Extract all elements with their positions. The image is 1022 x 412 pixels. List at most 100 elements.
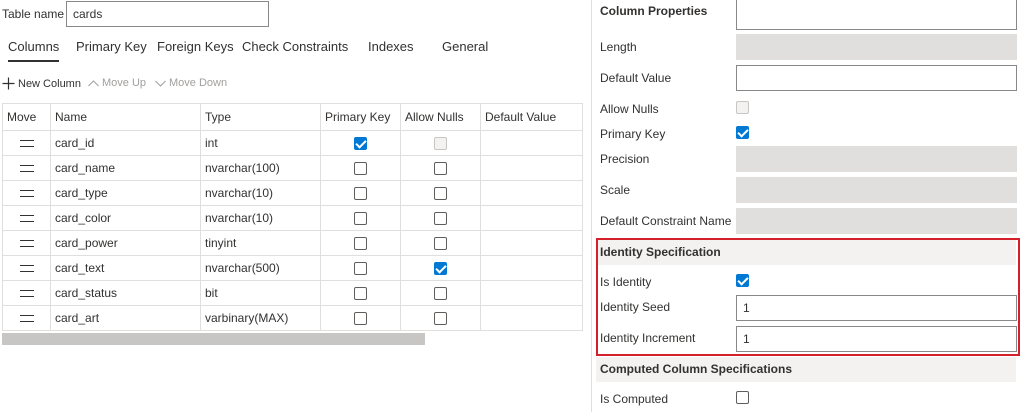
allow-nulls-checkbox[interactable] (434, 312, 447, 326)
allow-nulls-checkbox[interactable] (434, 187, 447, 201)
default-value-cell[interactable] (480, 280, 583, 306)
table-row[interactable]: card_id int (2, 130, 583, 156)
primary-key-checkbox[interactable] (354, 287, 367, 301)
identity-increment-field[interactable] (736, 326, 1017, 352)
drag-handle-icon[interactable] (19, 165, 34, 173)
table-row[interactable]: card_art varbinary(MAX) (2, 305, 583, 331)
tab-primary-key[interactable]: Primary Key (76, 39, 147, 54)
move-down-button[interactable]: Move Down (155, 77, 227, 89)
is-identity-checkbox[interactable] (736, 274, 749, 287)
column-type-cell[interactable]: bit (200, 280, 321, 306)
column-name-cell[interactable]: card_id (50, 130, 201, 156)
is-computed-checkbox[interactable] (736, 391, 749, 404)
primary-key-checkbox[interactable] (354, 187, 367, 201)
tab-general[interactable]: General (442, 39, 488, 54)
header-default-value: Default Value (480, 103, 583, 131)
allow-nulls-cell (400, 255, 481, 281)
drag-handle-icon[interactable] (19, 290, 34, 298)
column-type-cell[interactable]: nvarchar(500) (200, 255, 321, 281)
default-value-cell[interactable] (480, 255, 583, 281)
move-cell[interactable] (2, 180, 51, 206)
primary-key-cell (320, 130, 401, 156)
move-cell[interactable] (2, 255, 51, 281)
column-name-cell[interactable]: card_type (50, 180, 201, 206)
allow-nulls-cell (400, 180, 481, 206)
move-cell[interactable] (2, 130, 51, 156)
column-type-cell[interactable]: nvarchar(100) (200, 155, 321, 181)
column-type-cell[interactable]: nvarchar(10) (200, 180, 321, 206)
table-name-label: Table name (2, 7, 65, 21)
column-name-cell[interactable]: card_color (50, 205, 201, 231)
columns-grid: Move Name Type Primary Key Allow Nulls D… (2, 103, 583, 331)
allow-nulls-checkbox[interactable] (736, 101, 749, 114)
move-down-label: Move Down (169, 77, 228, 89)
length-label: Length (600, 40, 637, 54)
default-value-field[interactable] (736, 65, 1017, 91)
tab-indexes[interactable]: Indexes (368, 39, 414, 54)
column-type-cell[interactable]: tinyint (200, 230, 321, 256)
default-value-cell[interactable] (480, 205, 583, 231)
primary-key-checkbox[interactable] (354, 162, 367, 176)
drag-handle-icon[interactable] (19, 240, 34, 248)
drag-handle-icon[interactable] (19, 215, 34, 223)
tab-check-constraints[interactable]: Check Constraints (242, 39, 348, 54)
column-name-cell[interactable]: card_power (50, 230, 201, 256)
header-name: Name (50, 103, 201, 131)
allow-nulls-checkbox[interactable] (434, 287, 447, 301)
allow-nulls-checkbox[interactable] (434, 162, 447, 176)
identity-seed-field[interactable] (736, 295, 1017, 321)
primary-key-checkbox[interactable] (354, 312, 367, 326)
column-name-cell[interactable]: card_name (50, 155, 201, 181)
move-cell[interactable] (2, 155, 51, 181)
default-value-cell[interactable] (480, 180, 583, 206)
move-cell[interactable] (2, 230, 51, 256)
drag-handle-icon[interactable] (19, 265, 34, 273)
table-row[interactable]: card_name nvarchar(100) (2, 155, 583, 181)
primary-key-checkbox[interactable] (354, 237, 367, 251)
move-cell[interactable] (2, 205, 51, 231)
column-type-cell[interactable]: int (200, 130, 321, 156)
drag-handle-icon[interactable] (19, 190, 34, 198)
primary-key-checkbox[interactable] (354, 212, 367, 226)
table-row[interactable]: card_status bit (2, 280, 583, 306)
default-value-cell[interactable] (480, 130, 583, 156)
primary-key-checkbox[interactable] (354, 262, 367, 276)
allow-nulls-checkbox[interactable] (434, 137, 447, 151)
name-field-partial[interactable] (736, 0, 1017, 30)
move-up-button[interactable]: Move Up (88, 77, 146, 89)
column-name-cell[interactable]: card_status (50, 280, 201, 306)
table-row[interactable]: card_type nvarchar(10) (2, 180, 583, 206)
column-type-cell[interactable]: nvarchar(10) (200, 205, 321, 231)
tab-foreign-keys[interactable]: Foreign Keys (157, 39, 234, 54)
column-name-cell[interactable]: card_text (50, 255, 201, 281)
table-row[interactable]: card_color nvarchar(10) (2, 205, 583, 231)
primary-key-checkbox[interactable] (736, 126, 749, 139)
move-cell[interactable] (2, 280, 51, 306)
column-type-cell[interactable]: varbinary(MAX) (200, 305, 321, 331)
allow-nulls-checkbox[interactable] (434, 237, 447, 251)
horizontal-scrollbar[interactable] (2, 333, 425, 345)
precision-label: Precision (600, 152, 650, 166)
default-value-cell[interactable] (480, 305, 583, 331)
tab-columns[interactable]: Columns (8, 39, 60, 62)
table-name-input[interactable] (66, 1, 269, 27)
header-type: Type (200, 103, 321, 131)
default-value-cell[interactable] (480, 230, 583, 256)
primary-key-cell (320, 255, 401, 281)
scale-field (736, 177, 1017, 203)
table-row[interactable]: card_power tinyint (2, 230, 583, 256)
allow-nulls-checkbox[interactable] (434, 262, 447, 276)
column-name-cell[interactable]: card_art (50, 305, 201, 331)
drag-handle-icon[interactable] (19, 315, 34, 323)
move-cell[interactable] (2, 305, 51, 331)
table-row[interactable]: card_text nvarchar(500) (2, 255, 583, 281)
primary-key-cell (320, 155, 401, 181)
new-column-button[interactable]: New Column (2, 77, 81, 90)
length-field (736, 34, 1017, 60)
default-value-cell[interactable] (480, 155, 583, 181)
precision-field (736, 146, 1017, 172)
default-constraint-field (736, 208, 1017, 234)
primary-key-checkbox[interactable] (354, 137, 367, 151)
allow-nulls-checkbox[interactable] (434, 212, 447, 226)
drag-handle-icon[interactable] (19, 140, 34, 148)
